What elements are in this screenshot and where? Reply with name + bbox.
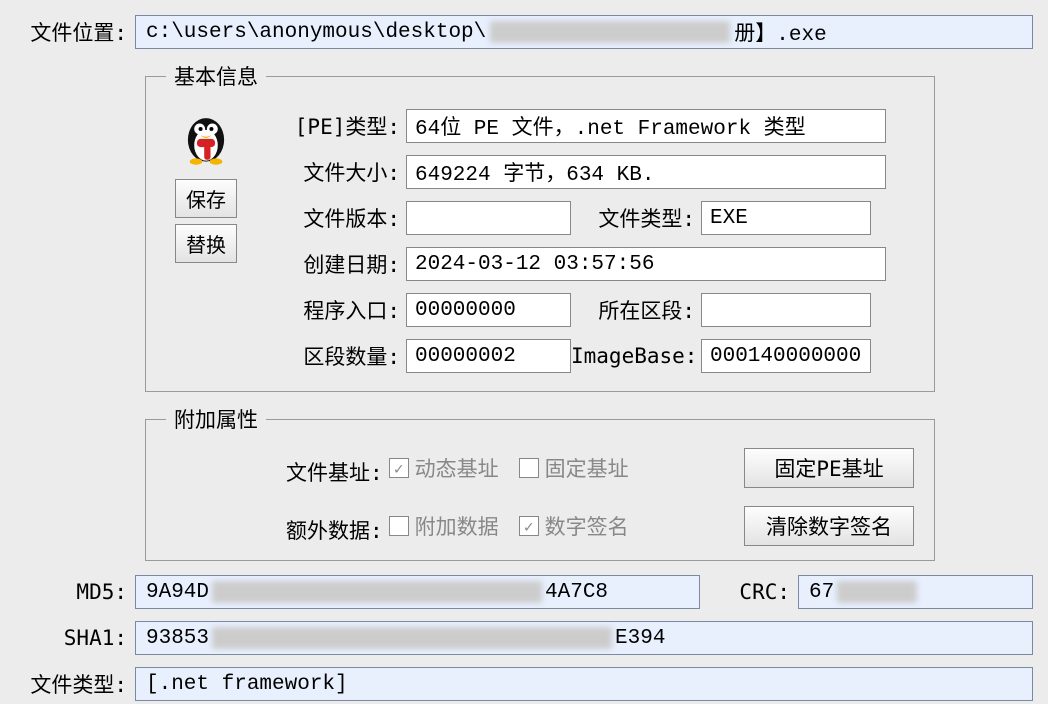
save-button[interactable]: 保存 bbox=[175, 179, 237, 218]
dynamic-base-text: 动态基址 bbox=[415, 453, 499, 483]
file-size-field[interactable]: 649224 字节，634 KB. bbox=[406, 155, 886, 189]
md5-label: MD5: bbox=[15, 580, 135, 604]
pe-type-label: [PE]类型: bbox=[286, 111, 406, 141]
crc-prefix: 67 bbox=[809, 581, 834, 604]
md5-prefix: 9A94D bbox=[146, 581, 209, 604]
file-base-label: 文件基址: bbox=[286, 457, 389, 487]
basic-info-legend: 基本信息 bbox=[166, 61, 266, 91]
digital-sig-text: 数字签名 bbox=[545, 511, 629, 541]
section-label: 所在区段: bbox=[591, 295, 701, 325]
sha1-field[interactable]: 93853 E394 bbox=[135, 621, 1033, 655]
extra-data-text: 附加数据 bbox=[415, 511, 499, 541]
imagebase-field[interactable]: 000140000000 bbox=[701, 339, 871, 373]
file-location-field[interactable]: c:\users\anonymous\desktop\ 册】.exe bbox=[135, 15, 1033, 49]
entry-label: 程序入口: bbox=[286, 295, 406, 325]
section-field[interactable] bbox=[701, 293, 871, 327]
file-type-label: 文件类型: bbox=[591, 203, 701, 233]
sha1-suffix: E394 bbox=[615, 627, 665, 650]
digital-sig-checkbox[interactable] bbox=[519, 516, 539, 536]
pe-type-field[interactable]: 64位 PE 文件，.net Framework 类型 bbox=[406, 109, 886, 143]
file-type-field[interactable]: EXE bbox=[701, 201, 871, 235]
basic-info-group: 基本信息 保存 替换 [PE]类型: 64位 PE 文件，.net Framew… bbox=[145, 61, 935, 392]
file-location-suffix: 册】.exe bbox=[734, 17, 826, 47]
extra-attr-legend: 附加属性 bbox=[166, 404, 266, 434]
create-date-field[interactable]: 2024-03-12 03:57:56 bbox=[406, 247, 886, 281]
md5-redacted bbox=[212, 581, 542, 603]
section-count-label: 区段数量: bbox=[286, 341, 406, 371]
extra-attr-group: 附加属性 文件基址: 动态基址 固定基址 固定PE基址 额外数据: 附加数据 数… bbox=[145, 404, 935, 561]
fixed-base-checkbox[interactable] bbox=[519, 458, 539, 478]
filetype-label: 文件类型: bbox=[15, 669, 135, 699]
dynamic-base-checkbox[interactable] bbox=[389, 458, 409, 478]
extra-data-checkbox[interactable] bbox=[389, 516, 409, 536]
file-location-redacted bbox=[490, 21, 730, 43]
replace-button[interactable]: 替换 bbox=[175, 224, 237, 263]
crc-redacted bbox=[837, 581, 917, 603]
create-date-label: 创建日期: bbox=[286, 249, 406, 279]
sha1-redacted bbox=[212, 627, 612, 649]
file-version-label: 文件版本: bbox=[286, 203, 406, 233]
penguin-icon bbox=[176, 109, 236, 169]
sha1-prefix: 93853 bbox=[146, 627, 209, 650]
fix-pe-base-button[interactable]: 固定PE基址 bbox=[744, 448, 914, 488]
crc-field[interactable]: 67 bbox=[798, 575, 1033, 609]
sha1-label: SHA1: bbox=[15, 626, 135, 650]
file-location-label: 文件位置: bbox=[15, 17, 135, 47]
md5-suffix: 4A7C8 bbox=[545, 581, 608, 604]
fixed-base-text: 固定基址 bbox=[545, 453, 629, 483]
file-location-prefix: c:\users\anonymous\desktop\ bbox=[146, 21, 486, 44]
entry-field[interactable]: 00000000 bbox=[406, 293, 571, 327]
md5-field[interactable]: 9A94D 4A7C8 bbox=[135, 575, 700, 609]
extra-data-label: 额外数据: bbox=[286, 515, 389, 545]
file-size-label: 文件大小: bbox=[286, 157, 406, 187]
crc-label: CRC: bbox=[718, 580, 798, 604]
file-version-field[interactable] bbox=[406, 201, 571, 235]
clear-sig-button[interactable]: 清除数字签名 bbox=[744, 506, 914, 546]
imagebase-label: ImageBase: bbox=[571, 344, 701, 368]
filetype-field[interactable]: [.net framework] bbox=[135, 667, 1033, 701]
section-count-field[interactable]: 00000002 bbox=[406, 339, 571, 373]
